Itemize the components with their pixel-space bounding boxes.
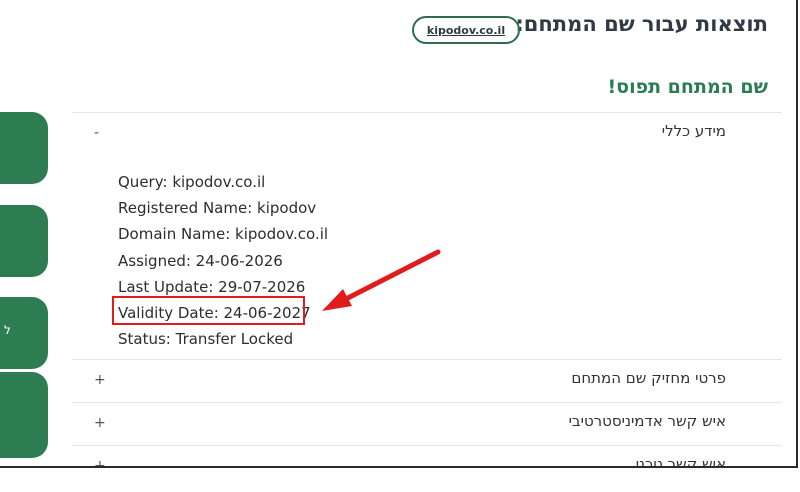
accordion-header-general-info[interactable]: מידע כללי - xyxy=(72,113,782,155)
field-status: Status: Transfer Locked xyxy=(118,330,294,349)
field-assigned: Assigned: 24-06-2026 xyxy=(118,251,283,270)
accordion-header-holder[interactable]: פרטי מחזיק שם המתחם + xyxy=(72,360,782,402)
expand-toggle-icon[interactable]: + xyxy=(94,415,106,431)
side-tab-3[interactable]: ל xyxy=(0,297,48,369)
expand-toggle-icon[interactable]: + xyxy=(94,372,106,388)
red-arrow-icon xyxy=(322,249,441,311)
field-domain-name: Domain Name: kipodov.co.il xyxy=(118,225,329,244)
expand-toggle-icon[interactable]: + xyxy=(94,458,106,466)
side-tab-2[interactable] xyxy=(0,205,48,277)
accordion-section-holder: פרטי מחזיק שם המתחם + xyxy=(72,360,782,403)
domain-pill-link[interactable]: kipodov.co.il xyxy=(412,16,520,44)
accordion-title: פרטי מחזיק שם המתחם xyxy=(571,369,726,387)
domain-taken-heading: שם המתחם תפוס! xyxy=(607,76,768,98)
accordion-title: איש קשר אדמיניסטרטיבי xyxy=(568,412,726,430)
side-tab-1[interactable] xyxy=(0,112,48,184)
accordion-title: איש קשר טכני xyxy=(635,455,726,468)
field-registered-name: Registered Name: kipodov xyxy=(118,199,317,218)
accordion-header-tech-contact[interactable]: איש קשר טכני + xyxy=(72,446,782,468)
field-query: Query: kipodov.co.il xyxy=(118,173,266,191)
accordion-title: מידע כללי xyxy=(661,122,726,140)
side-tab-label: ל xyxy=(4,323,11,337)
collapse-toggle-icon[interactable]: - xyxy=(94,125,99,141)
accordion-section-admin-contact: איש קשר אדמיניסטרטיבי + xyxy=(72,403,782,446)
validity-date-highlight-box xyxy=(112,296,305,325)
accordion-section-tech-contact: איש קשר טכני + xyxy=(72,446,782,468)
page-frame: תוצאות עבור שם המתחם: kipodov.co.il שם ה… xyxy=(0,0,798,468)
side-tab-4[interactable] xyxy=(0,372,48,458)
accordion-header-admin-contact[interactable]: איש קשר אדמיניסטרטיבי + xyxy=(72,403,782,445)
results-title: תוצאות עבור שם המתחם: xyxy=(515,12,768,36)
